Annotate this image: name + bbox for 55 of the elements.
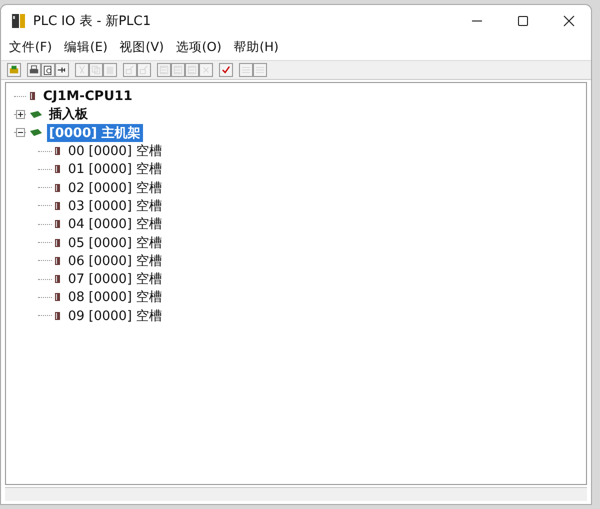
- tree-item[interactable]: 04 [0000] 空槽: [66, 215, 164, 234]
- expander-icon[interactable]: [16, 128, 25, 138]
- toolbar-button[interactable]: [219, 63, 233, 77]
- printer-icon: [29, 65, 39, 75]
- tree-item[interactable]: 09 [0000] 空槽: [66, 306, 164, 325]
- page-icon: [125, 65, 135, 75]
- expander-icon[interactable]: [16, 110, 25, 119]
- module-icon: [54, 200, 62, 211]
- rows-icon: [255, 65, 265, 75]
- module-icon: [54, 219, 62, 230]
- tree-item[interactable]: [0000] 主机架: [47, 124, 143, 142]
- tree-item[interactable]: CJ1M-CPU11: [41, 88, 134, 104]
- chip-icon: [9, 65, 19, 75]
- module-icon: [54, 164, 62, 174]
- list-icon: [159, 65, 169, 75]
- maximize-icon[interactable]: [517, 15, 529, 27]
- cut-icon: [77, 65, 87, 75]
- menu-item[interactable]: 视图(V): [120, 39, 164, 56]
- tree-item[interactable]: 插入板: [47, 105, 90, 124]
- menu-item[interactable]: 选项(O): [176, 39, 222, 56]
- device-icon: [11, 12, 27, 30]
- module-icon: [54, 310, 62, 321]
- list-icon: [173, 65, 183, 75]
- board-icon: [29, 110, 43, 119]
- module-icon: [54, 146, 62, 156]
- tree-item[interactable]: 01 [0000] 空槽: [66, 160, 164, 178]
- board-icon: [29, 128, 43, 138]
- tree-item[interactable]: 00 [0000] 空槽: [66, 142, 164, 160]
- tree-item[interactable]: 06 [0000] 空槽: [66, 252, 164, 270]
- module-icon: [54, 292, 62, 302]
- page-icon: [139, 65, 149, 75]
- tree-item[interactable]: 03 [0000] 空槽: [66, 196, 164, 215]
- magnifier-page-icon: [43, 65, 53, 75]
- module-icon: [29, 91, 37, 102]
- delete-icon: [201, 65, 211, 75]
- toolbar-button[interactable]: [41, 63, 55, 77]
- menu-item[interactable]: 帮助(H): [234, 39, 279, 56]
- module-icon: [54, 182, 62, 193]
- tree-item[interactable]: 05 [0000] 空槽: [66, 234, 164, 252]
- module-icon: [54, 238, 62, 248]
- close-icon[interactable]: [563, 15, 575, 27]
- menu-item[interactable]: 文件(F): [9, 39, 52, 56]
- tree-item[interactable]: 02 [0000] 空槽: [66, 178, 164, 197]
- tree-item[interactable]: 07 [0000] 空槽: [66, 270, 164, 288]
- rows-icon: [241, 65, 251, 75]
- toolbar-button[interactable]: [27, 63, 41, 77]
- tree-item[interactable]: 08 [0000] 空槽: [66, 288, 164, 306]
- module-icon: [54, 256, 62, 266]
- menu-item[interactable]: 编辑(E): [64, 39, 108, 56]
- copy-icon: [91, 65, 101, 75]
- list-icon: [187, 65, 197, 75]
- window-title: PLC IO 表 - 新PLC1: [33, 13, 151, 30]
- toolbar-button[interactable]: [55, 63, 69, 77]
- checkmark-icon: [221, 65, 231, 75]
- module-icon: [54, 274, 62, 284]
